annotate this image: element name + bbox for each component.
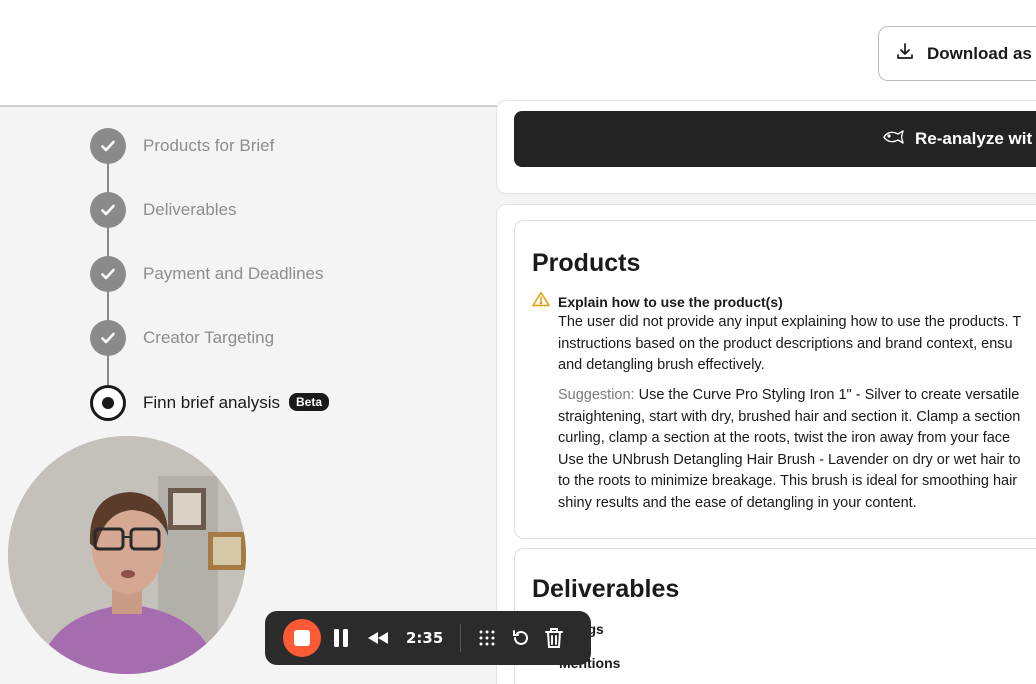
delete-button[interactable] — [545, 627, 564, 649]
download-button[interactable]: Download as — [878, 26, 1036, 81]
step-connector — [107, 228, 109, 257]
restart-icon — [513, 630, 529, 645]
download-icon — [895, 41, 915, 66]
stop-icon — [294, 630, 310, 646]
reanalyze-button[interactable]: Re-analyze wit — [514, 111, 1036, 167]
warning-title: Explain how to use the product(s) — [558, 293, 783, 310]
reanalyze-label: Re-analyze wit — [915, 129, 1033, 148]
warning-row: Explain how to use the product(s) — [532, 291, 783, 312]
warning-icon — [532, 291, 550, 312]
step-connector — [107, 356, 109, 386]
toolbar-divider — [460, 624, 462, 652]
deliverables-title: Deliverables — [532, 575, 680, 603]
trash-icon — [545, 628, 564, 648]
download-button-label: Download as — [927, 43, 1032, 63]
step-connector — [107, 292, 109, 321]
step-payment-and-deadlines[interactable]: Payment and Deadlines — [90, 256, 470, 292]
fish-icon — [882, 129, 906, 150]
step-finn-brief-analysis[interactable]: Finn brief analysis Beta — [90, 385, 470, 421]
pause-icon — [334, 629, 348, 647]
recording-toolbar: 2:35 — [265, 611, 591, 665]
step-label: Deliverables — [143, 200, 237, 219]
step-products-for-brief[interactable]: Products for Brief — [90, 128, 470, 164]
current-step-icon — [90, 385, 126, 421]
suggestion-text: Suggestion: Use the Curve Pro Styling Ir… — [558, 387, 1021, 511]
deliverables-card: Deliverables tags Mentions — [514, 548, 1036, 684]
step-label: Creator Targeting — [143, 328, 275, 347]
step-creator-targeting[interactable]: Creator Targeting — [90, 320, 470, 356]
step-label: Finn brief analysis Beta — [143, 393, 330, 413]
grid-button[interactable] — [477, 628, 497, 648]
pause-button[interactable] — [333, 628, 349, 648]
check-icon — [90, 128, 126, 164]
dot-grid-icon — [479, 630, 495, 646]
recording-timer: 2:35 — [406, 629, 444, 647]
restart-button[interactable] — [511, 628, 531, 648]
check-icon — [90, 192, 126, 228]
products-title: Products — [532, 249, 641, 277]
beta-badge: Beta — [289, 393, 330, 411]
rewind-icon — [368, 632, 388, 644]
webcam-preview[interactable] — [8, 436, 246, 674]
step-connector — [107, 164, 109, 193]
stop-recording-button[interactable] — [283, 619, 321, 657]
step-label: Payment and Deadlines — [143, 264, 324, 283]
step-deliverables[interactable]: Deliverables — [90, 192, 470, 228]
top-bar: Download as — [0, 0, 1036, 107]
check-icon — [90, 320, 126, 356]
step-label: Products for Brief — [143, 136, 275, 155]
check-icon — [90, 256, 126, 292]
warning-description: The user did not provide any input expla… — [558, 314, 1022, 373]
products-card: Products Explain how to use the product(… — [514, 220, 1036, 539]
suggestion-label: Suggestion: — [558, 387, 635, 403]
rewind-button[interactable] — [367, 630, 389, 646]
